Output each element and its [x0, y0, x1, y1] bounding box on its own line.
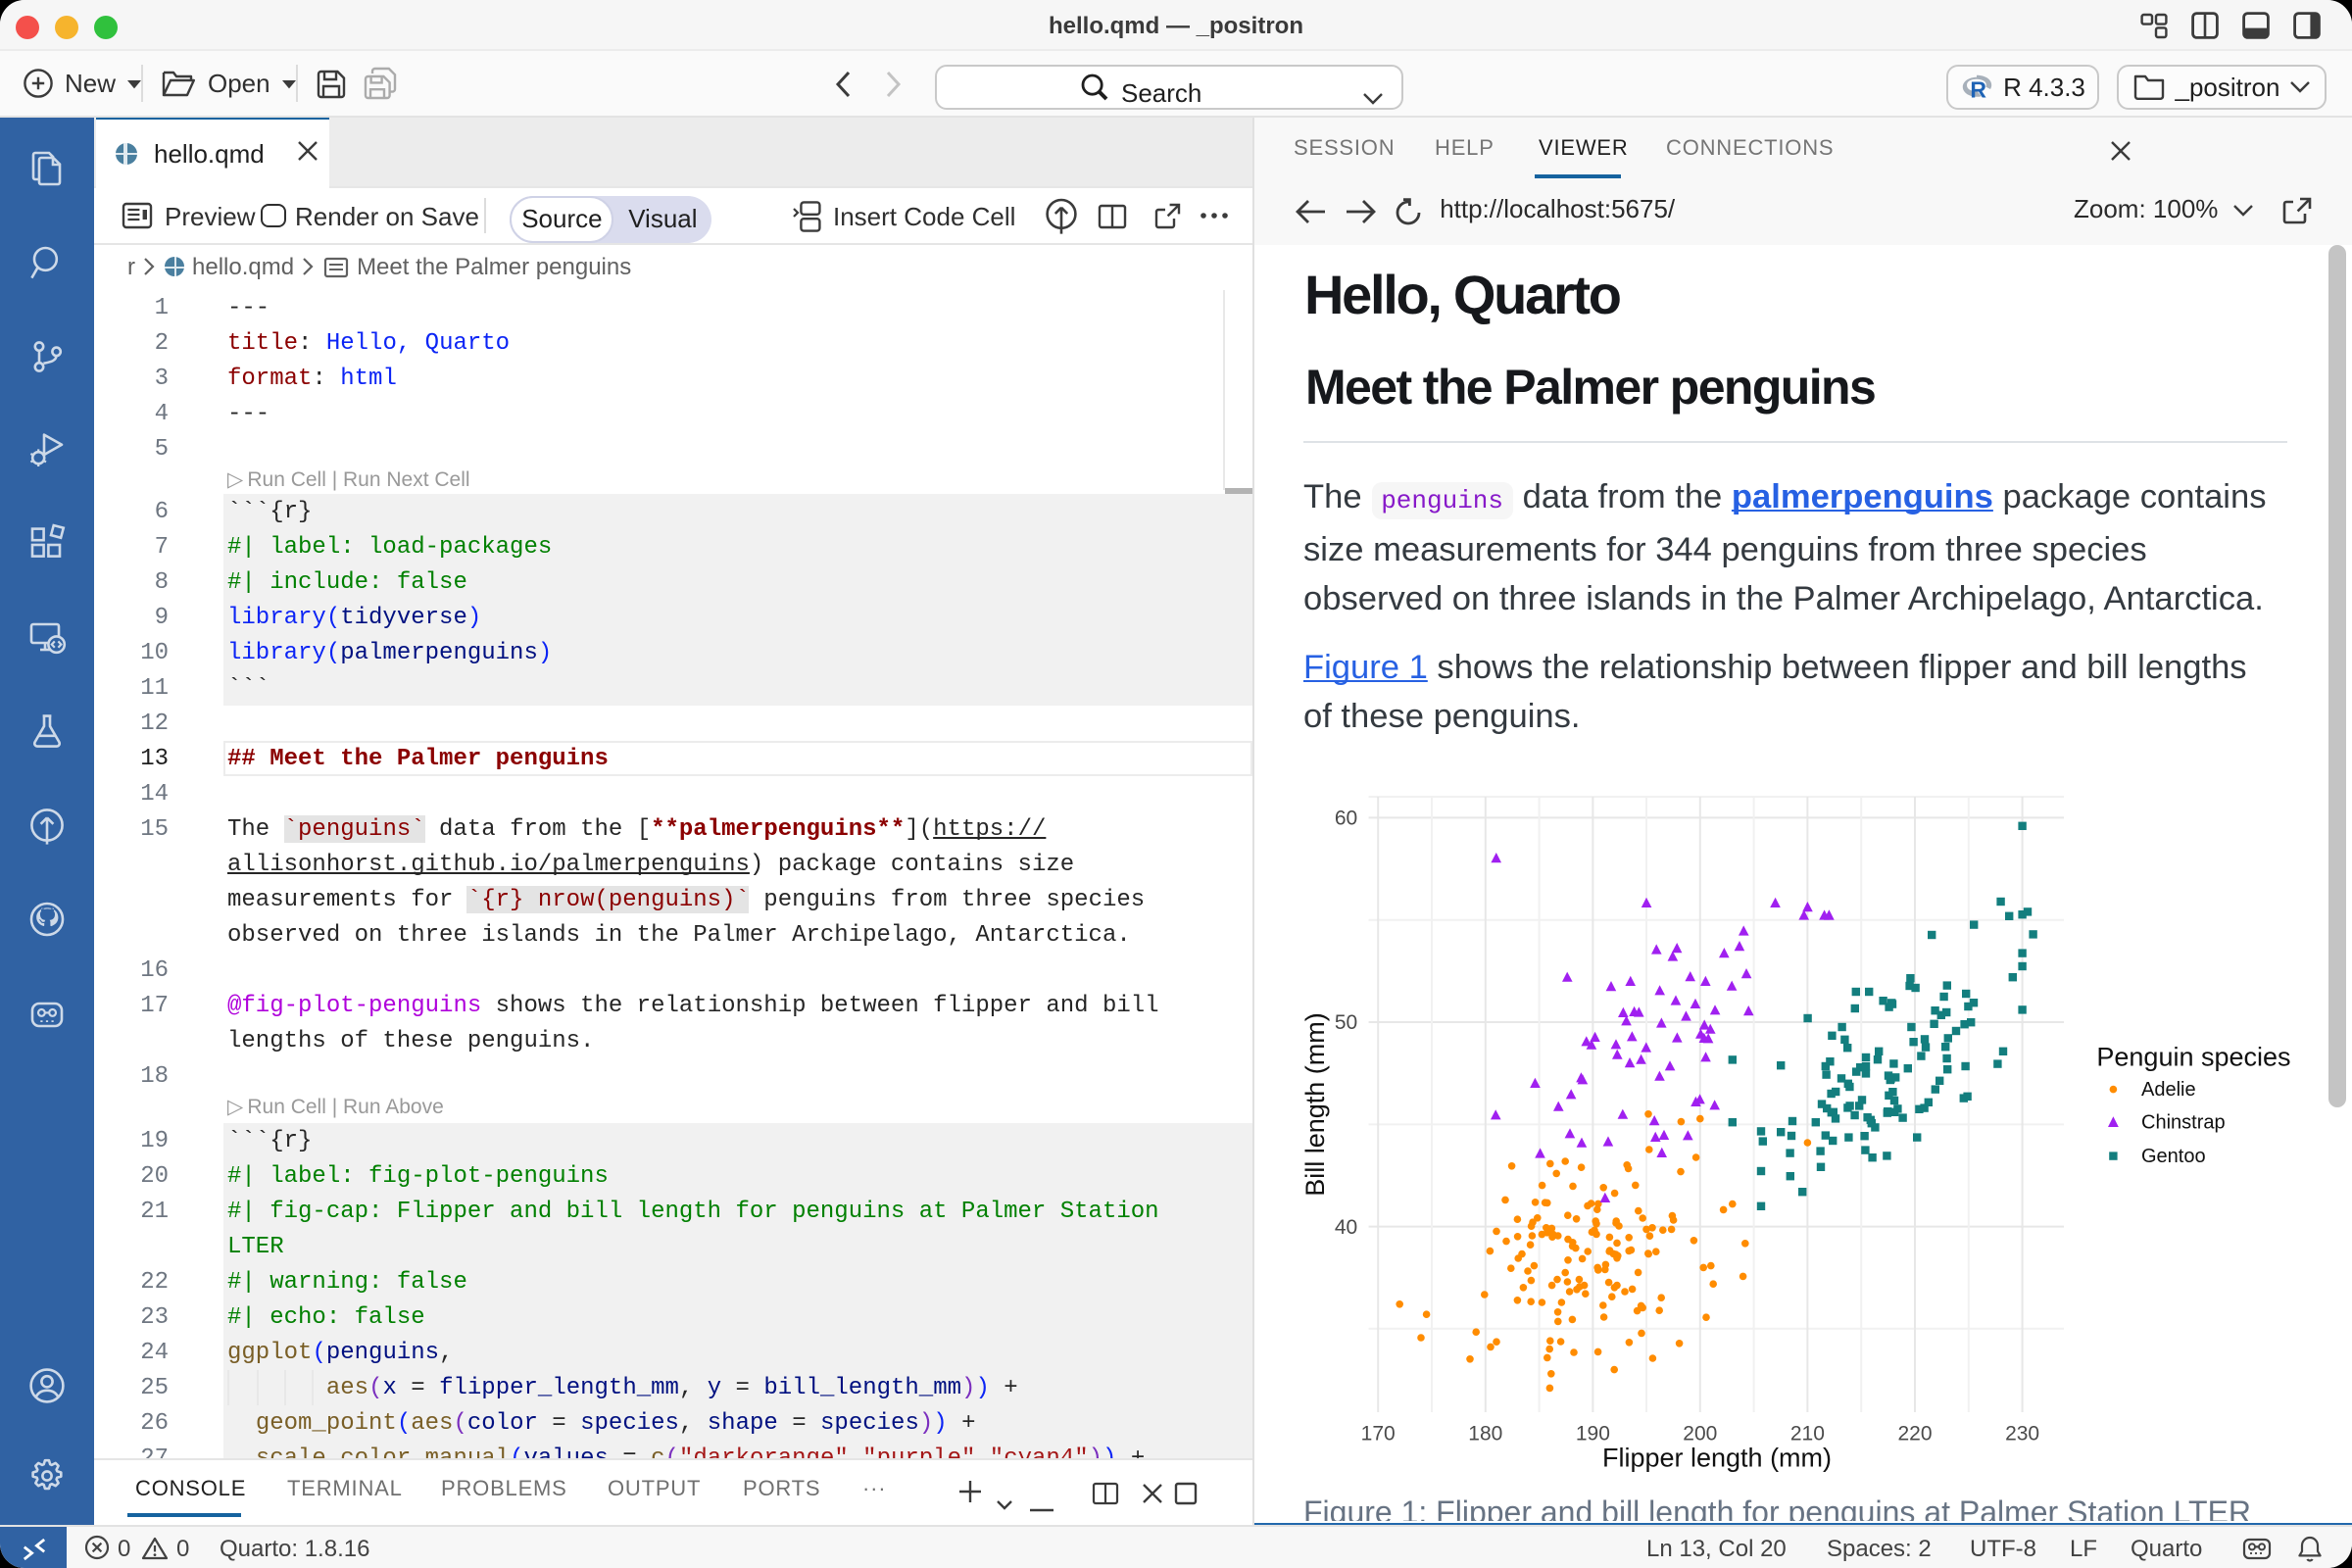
- svg-text:60: 60: [1335, 808, 1357, 830]
- svg-text:R: R: [1970, 76, 1986, 99]
- svg-text:220: 220: [1897, 1423, 1932, 1446]
- svg-text:40: 40: [1335, 1216, 1357, 1239]
- svg-text:200: 200: [1683, 1423, 1717, 1446]
- svg-text:230: 230: [2005, 1423, 2039, 1446]
- svg-text:Chinstrap: Chinstrap: [2141, 1112, 2226, 1134]
- svg-text:170: 170: [1361, 1423, 1396, 1446]
- svg-text:Flipper length (mm): Flipper length (mm): [1602, 1444, 1832, 1473]
- svg-text:210: 210: [1790, 1423, 1825, 1446]
- svg-text:Penguin species: Penguin species: [2096, 1042, 2290, 1071]
- svg-text:190: 190: [1576, 1423, 1610, 1446]
- svg-text:Adelie: Adelie: [2141, 1079, 2196, 1101]
- svg-text:50: 50: [1335, 1011, 1357, 1034]
- svg-text:180: 180: [1468, 1423, 1502, 1446]
- svg-text:Gentoo: Gentoo: [2141, 1146, 2206, 1167]
- svg-text:Bill length (mm): Bill length (mm): [1303, 1012, 1330, 1197]
